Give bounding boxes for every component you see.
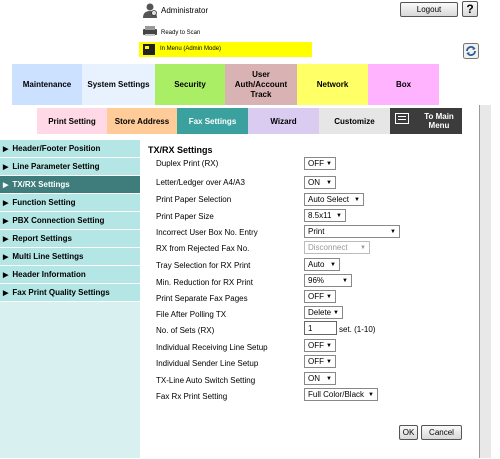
chevron-down-icon: ▼: [390, 229, 396, 235]
sidebar-item-pbx-connection-setting[interactable]: ▶ PBX Connection Setting: [0, 212, 140, 230]
sidebar-item-line-parameter-setting[interactable]: ▶ Line Parameter Setting: [0, 158, 140, 176]
admin-user-icon: [143, 3, 157, 18]
chevron-down-icon: ▼: [354, 197, 360, 203]
field-label: Tray Selection for RX Print: [156, 261, 251, 270]
user-label: Administrator: [161, 6, 209, 15]
page-title: TX/RX Settings: [148, 145, 213, 155]
scanner-icon: [143, 26, 157, 36]
mode-text: In Menu (Admin Mode): [160, 46, 222, 52]
field-label: Fax Rx Print Setting: [156, 392, 228, 401]
rx-rejected-fax-select[interactable]: Disconnect ▼: [304, 241, 370, 254]
tab-network[interactable]: Network: [297, 64, 368, 105]
tab-store-address[interactable]: Store Address: [107, 108, 177, 134]
field-label: File After Polling TX: [156, 310, 227, 319]
arrow-icon: ▶: [3, 199, 9, 207]
logout-button[interactable]: Logout: [400, 2, 458, 17]
sidebar-item-tx-rx-settings[interactable]: ▶ TX/RX Settings: [0, 176, 140, 194]
tray-selection-select[interactable]: Auto ▼: [304, 258, 340, 271]
scroll-frame: [479, 105, 491, 458]
tab-wizard[interactable]: Wizard: [248, 108, 319, 134]
help-button[interactable]: ?: [462, 1, 478, 17]
sidebar-item-multi-line-settings[interactable]: ▶ Multi Line Settings: [0, 248, 140, 266]
field-label: No. of Sets (RX): [156, 326, 215, 335]
tx-line-auto-switch-select[interactable]: ON ▼: [304, 372, 336, 385]
tab-print-setting[interactable]: Print Setting: [37, 108, 107, 134]
main-menu-icon: [395, 113, 409, 124]
arrow-icon: ▶: [3, 145, 9, 153]
individual-sender-line-select[interactable]: OFF ▼: [304, 355, 336, 368]
sidebar-item-header-information[interactable]: ▶ Header Information: [0, 266, 140, 284]
tab-box[interactable]: Box: [368, 64, 439, 105]
no-of-sets-input[interactable]: 1: [304, 321, 337, 335]
fax-rx-print-setting-select[interactable]: Full Color/Black ▼: [304, 388, 378, 401]
chevron-down-icon: ▼: [368, 392, 374, 398]
field-label: Incorrect User Box No. Entry: [156, 228, 258, 237]
sidebar-item-report-settings[interactable]: ▶ Report Settings: [0, 230, 140, 248]
chevron-down-icon: ▼: [333, 310, 339, 316]
chevron-down-icon: ▼: [342, 278, 348, 284]
tab-maintenance[interactable]: Maintenance: [12, 64, 82, 105]
field-label: Print Paper Size: [156, 212, 214, 221]
field-label: Individual Sender Line Setup: [156, 359, 259, 368]
tab-fax-settings[interactable]: Fax Settings: [177, 108, 248, 134]
tab-user-auth[interactable]: User Auth/Account Track: [225, 64, 297, 105]
field-label: RX from Rejected Fax No.: [156, 244, 250, 253]
letter-ledger-select[interactable]: ON ▼: [304, 176, 336, 189]
field-label: Print Paper Selection: [156, 195, 232, 204]
chevron-down-icon: ▼: [326, 359, 332, 365]
tab-security[interactable]: Security: [155, 64, 225, 105]
arrow-icon: ▶: [3, 181, 9, 189]
arrow-icon: ▶: [3, 217, 9, 225]
chevron-down-icon: ▼: [360, 245, 366, 251]
incorrect-user-box-select[interactable]: Print ▼: [304, 225, 400, 238]
chevron-down-icon: ▼: [326, 376, 332, 382]
print-paper-selection-select[interactable]: Auto Select ▼: [304, 193, 364, 206]
file-after-polling-select[interactable]: Delete ▼: [304, 306, 343, 319]
admin-mode-icon: [143, 44, 155, 55]
field-label: Min. Reduction for RX Print: [156, 278, 253, 287]
arrow-icon: ▶: [3, 289, 9, 297]
sidebar-item-header-footer-position[interactable]: ▶ Header/Footer Position: [0, 140, 140, 158]
arrow-icon: ▶: [3, 253, 9, 261]
field-label: Letter/Ledger over A4/A3: [156, 178, 245, 187]
min-reduction-select[interactable]: 96% ▼: [304, 274, 352, 287]
ok-button[interactable]: OK: [399, 425, 418, 440]
cancel-button[interactable]: Cancel: [421, 425, 462, 440]
print-separate-pages-select[interactable]: OFF ▼: [304, 290, 336, 303]
chevron-down-icon: ▼: [330, 262, 336, 268]
chevron-down-icon: ▼: [326, 343, 332, 349]
refresh-icon[interactable]: [463, 43, 479, 59]
field-label: Duplex Print (RX): [156, 159, 219, 168]
tab-customize[interactable]: Customize: [319, 108, 390, 134]
individual-receiving-line-select[interactable]: OFF ▼: [304, 339, 336, 352]
chevron-down-icon: ▼: [326, 180, 332, 186]
sidebar-item-function-setting[interactable]: ▶ Function Setting: [0, 194, 140, 212]
arrow-icon: ▶: [3, 235, 9, 243]
chevron-down-icon: ▼: [326, 294, 332, 300]
sidebar-item-fax-print-quality-settings[interactable]: ▶ Fax Print Quality Settings: [0, 284, 140, 302]
sets-range-hint: set. (1-10): [339, 325, 376, 334]
field-label: TX-Line Auto Switch Setting: [156, 376, 256, 385]
arrow-icon: ▶: [3, 163, 9, 171]
print-paper-size-select[interactable]: 8.5x11 ▼: [304, 209, 346, 222]
tab-system-settings[interactable]: System Settings: [82, 64, 155, 105]
arrow-icon: ▶: [3, 271, 9, 279]
chevron-down-icon: ▼: [336, 213, 342, 219]
chevron-down-icon: ▼: [326, 161, 332, 167]
field-label: Print Separate Fax Pages: [156, 294, 248, 303]
duplex-print-select[interactable]: OFF ▼: [304, 157, 336, 170]
status-text: Ready to Scan: [161, 30, 201, 36]
field-label: Individual Receiving Line Setup: [156, 343, 268, 352]
